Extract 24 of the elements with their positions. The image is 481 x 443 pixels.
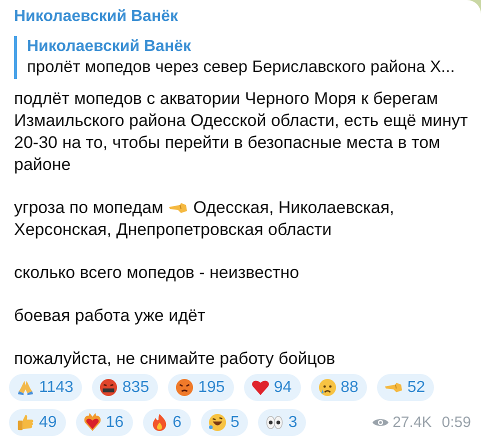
reaction-button[interactable]: 16 <box>76 409 133 436</box>
message-text: Одесская, Николаевская, <box>193 197 394 219</box>
reaction-button[interactable]: 5 <box>200 409 248 436</box>
reaction-button[interactable]: 52 <box>377 374 434 401</box>
author-name[interactable]: Николаевский Ванёк <box>14 5 178 29</box>
message-text: пожалуйста, не снимайте работу бойцов <box>14 348 336 370</box>
message-time: 0:59 <box>442 412 471 432</box>
reaction-button[interactable]: 3 <box>258 409 306 436</box>
message-text: боевая работа уже идёт <box>14 305 206 327</box>
reaction-button[interactable]: 88 <box>310 374 368 401</box>
reaction-button[interactable]: 835 <box>92 374 158 401</box>
reply-author: Николаевский Ванёк <box>27 37 192 57</box>
message-text: подлёт мопедов с акватории Черного Моря к берегам Измаильского района Одесской области, есть ещё минут 20-30 на то, чтобы перейти в безопасные места в том районе <box>14 88 469 176</box>
reaction-button[interactable]: 1143 <box>9 374 82 401</box>
reaction-button[interactable]: 49 <box>9 409 66 436</box>
view-count: 27.4K <box>392 412 432 432</box>
reaction-button[interactable]: 195 <box>168 374 234 401</box>
message-text: Херсонская, Днепропетровская области <box>14 219 332 241</box>
reaction-button[interactable]: 94 <box>244 374 301 401</box>
message-text: сколько всего мопедов - неизвестно <box>14 262 300 284</box>
reply-text: пролёт мопедов через север Бериславского района Х... <box>27 57 455 78</box>
reaction-button[interactable]: 6 <box>142 409 190 436</box>
reply-quote[interactable]: Николаевский Ванёк пролёт мопедов через север Бериславского района Х... <box>14 36 464 79</box>
message-text: угроза по мопедам <box>14 197 164 219</box>
